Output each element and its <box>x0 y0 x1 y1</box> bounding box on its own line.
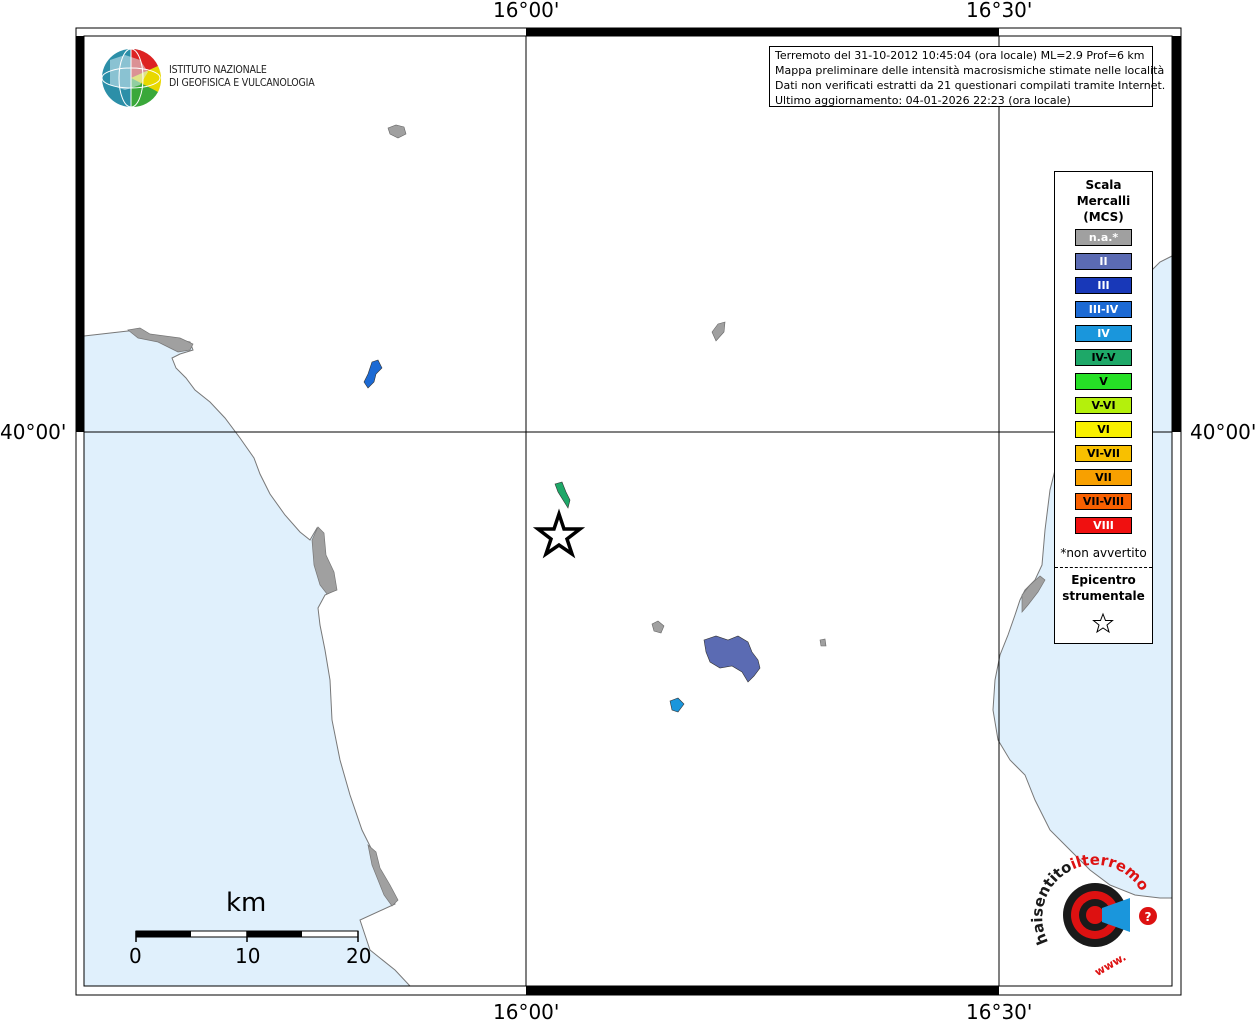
legend-epicenter-line1: Epicentro <box>1071 573 1136 587</box>
lon-label-bottom-1600: 16°00' <box>493 1000 560 1024</box>
ingv-logo-icon <box>101 48 162 108</box>
scale-unit-label: km <box>226 888 267 918</box>
legend-item-11: VII-VIII <box>1075 493 1132 510</box>
legend-star-icon <box>1092 612 1114 634</box>
frame-right-bar <box>1172 36 1181 432</box>
frame-left-bar <box>76 36 84 432</box>
legend-item-9: VI-VII <box>1075 445 1132 462</box>
legend-item-10: VII <box>1075 469 1132 486</box>
legend-title-line1: Scala <box>1085 178 1122 192</box>
legend-title-line3: (MCS) <box>1083 210 1124 224</box>
legend-epicenter-line2: strumentale <box>1062 589 1145 603</box>
ingv-line2: DI GEOFISICA E VULCANOLOGIA <box>169 77 315 89</box>
legend-item-6: V <box>1075 373 1132 390</box>
frame-top-bar <box>526 28 999 36</box>
legend-note: *non avvertito <box>1060 546 1147 560</box>
legend-separator <box>1055 567 1152 568</box>
lon-label-top-1630: 16°30' <box>966 0 1033 22</box>
info-line4: Ultimo aggiornamento: 04-01-2026 22:23 (… <box>775 94 1071 107</box>
legend-item-4: IV <box>1075 325 1132 342</box>
lat-label-right: 40°00' <box>1190 420 1256 444</box>
ingv-line1: ISTITUTO NAZIONALE <box>169 64 267 76</box>
legend-item-3: III-IV <box>1075 301 1132 318</box>
svg-text:?: ? <box>1145 910 1152 924</box>
mcs-legend: Scala Mercalli (MCS) n.a.* II III III-IV IV I… <box>1054 171 1153 644</box>
event-info-box: Terremoto del 31-10-2012 10:45:04 (ora l… <box>769 46 1166 107</box>
lon-label-top-1600: 16°00' <box>493 0 560 22</box>
info-line3: Dati non verificati estratti da 21 quest… <box>775 79 1166 92</box>
legend-item-7: V-VI <box>1075 397 1132 414</box>
ingv-logo-text: ISTITUTO NAZIONALE DI GEOFISICA E VULCAN… <box>169 64 315 90</box>
legend-item-12: VIII <box>1075 517 1132 534</box>
legend-item-2: III <box>1075 277 1132 294</box>
lat-label-left: 40°00' <box>0 420 67 444</box>
info-line1: Terremoto del 31-10-2012 10:45:04 (ora l… <box>775 49 1145 62</box>
legend-title: Scala Mercalli (MCS) <box>1055 177 1152 225</box>
info-line2: Mappa preliminare delle intensità macros… <box>775 64 1165 77</box>
locality-na-4 <box>819 638 827 647</box>
legend-item-5: IV-V <box>1075 349 1132 366</box>
scale-tick-20: 20 <box>346 944 372 968</box>
frame-bottom-bar <box>526 986 999 995</box>
legend-item-8: VI <box>1075 421 1132 438</box>
lon-label-bottom-1630: 16°30' <box>966 1000 1033 1024</box>
scale-tick-0: 0 <box>129 944 142 968</box>
scale-tick-10: 10 <box>235 944 261 968</box>
legend-epicenter-label: Epicentro strumentale <box>1055 572 1152 604</box>
legend-item-0: n.a.* <box>1075 229 1132 246</box>
legend-item-1: II <box>1075 253 1132 270</box>
legend-title-line2: Mercalli <box>1076 194 1131 208</box>
